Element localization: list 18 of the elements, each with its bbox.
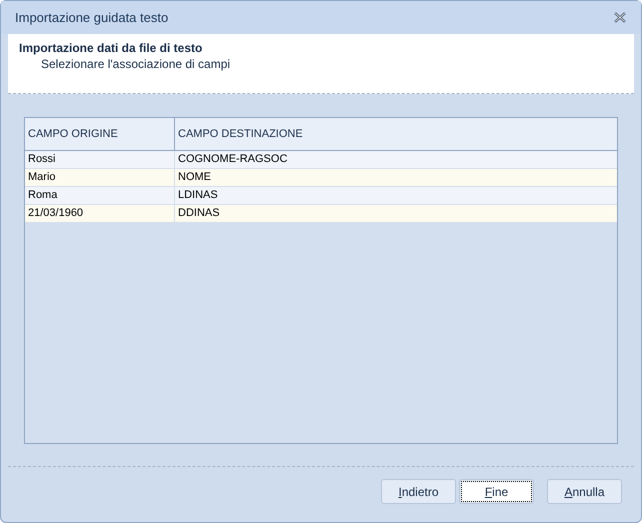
window-title: Importazione guidata testo	[15, 8, 168, 27]
table-cell: Rossi	[25, 151, 175, 168]
table-cell: NOME	[175, 169, 617, 186]
dialog-button[interactable]: Annulla	[547, 479, 622, 504]
table-cell: LDINAS	[175, 187, 617, 204]
header-title: Importazione dati da file di testo	[19, 40, 204, 56]
table-cell: 21/03/1960	[25, 205, 175, 222]
table-cell: DDINAS	[175, 205, 617, 222]
table-cell: COGNOME-RAGSOC	[175, 151, 617, 168]
table-cell: Roma	[25, 187, 175, 204]
close-icon	[614, 12, 626, 23]
close-button[interactable]	[613, 10, 627, 24]
table-cell: Mario	[25, 169, 175, 186]
column-header[interactable]: CAMPO DESTINAZIONE	[175, 118, 617, 150]
column-header[interactable]: CAMPO ORIGINE	[25, 118, 175, 150]
dialog-button[interactable]: Fine	[459, 479, 534, 504]
header-subtitle: Selezionare l'associazione di campi	[40, 56, 232, 72]
dialog-button[interactable]: Indietro	[381, 479, 456, 504]
